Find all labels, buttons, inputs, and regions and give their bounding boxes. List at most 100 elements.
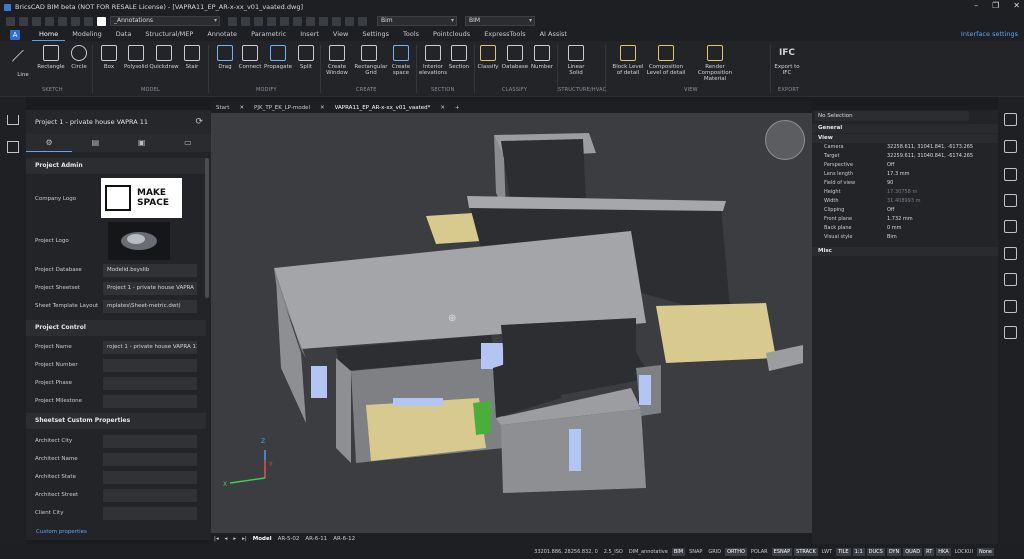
layer-freeze-icon[interactable] bbox=[267, 16, 276, 26]
line-button[interactable]: Line bbox=[8, 45, 38, 78]
tool-icon[interactable] bbox=[228, 16, 237, 26]
project-milestone-field[interactable] bbox=[103, 394, 197, 408]
status-ortho[interactable]: ORTHO bbox=[725, 547, 747, 556]
status-dyn[interactable]: DYN bbox=[886, 547, 902, 556]
section-icon[interactable] bbox=[358, 16, 367, 26]
cloud-icon[interactable] bbox=[1004, 300, 1017, 313]
undo-icon[interactable] bbox=[58, 16, 67, 26]
status-scale[interactable]: 1:1 bbox=[852, 547, 865, 556]
custom-properties-link[interactable]: Custom properties bbox=[36, 529, 87, 535]
first-layout-icon[interactable]: |◂ bbox=[214, 536, 219, 542]
layout-tab-ar-6-11[interactable]: AR-6-11 bbox=[305, 536, 327, 542]
app-menu-button[interactable]: A bbox=[10, 29, 20, 40]
tab-home[interactable]: Home bbox=[32, 28, 66, 41]
rectangle-button[interactable]: Rectangle bbox=[36, 45, 66, 70]
tab-data[interactable]: Data bbox=[109, 28, 139, 41]
tab-folder-icon[interactable]: ▭ bbox=[165, 134, 211, 152]
refresh-icon[interactable]: ⟳ bbox=[195, 117, 203, 127]
minimize-icon[interactable]: – bbox=[974, 1, 978, 10]
status-quad[interactable]: QUAD bbox=[903, 547, 923, 556]
properties-icon[interactable] bbox=[1004, 113, 1017, 126]
status-dimstyle[interactable]: 2.5_ISO bbox=[602, 548, 625, 556]
project-phase-field[interactable] bbox=[103, 376, 197, 390]
status-rt[interactable]: RT bbox=[924, 547, 935, 556]
section-view[interactable]: View bbox=[812, 134, 998, 143]
open-file-icon[interactable] bbox=[19, 16, 28, 26]
architect-state-field[interactable] bbox=[103, 470, 197, 484]
tab-expresstools[interactable]: ExpressTools bbox=[477, 28, 532, 41]
tab-pointclouds[interactable]: Pointclouds bbox=[426, 28, 477, 41]
dim-icon[interactable] bbox=[319, 16, 328, 26]
navigation-cube[interactable] bbox=[765, 120, 805, 160]
status-none[interactable]: None bbox=[976, 547, 994, 556]
circle-button[interactable]: Circle bbox=[64, 45, 94, 70]
status-hka[interactable]: HKA bbox=[936, 547, 951, 556]
box-button[interactable]: Box bbox=[94, 45, 124, 70]
maximize-icon[interactable]: ❐ bbox=[992, 1, 999, 10]
composition-lod-button[interactable]: Composition Level of detail bbox=[645, 45, 687, 76]
tab-ai-assist[interactable]: AI Assist bbox=[533, 28, 574, 41]
layer-state-icon[interactable] bbox=[254, 16, 263, 26]
panel-scrollbar[interactable] bbox=[205, 158, 209, 298]
bim-shield-icon[interactable] bbox=[1004, 140, 1017, 153]
sun-icon[interactable] bbox=[241, 16, 250, 26]
project-sheetset-select[interactable]: Project 1 - private house VAPRA bbox=[103, 281, 197, 295]
tab-settings[interactable]: Settings bbox=[355, 28, 396, 41]
home-icon[interactable] bbox=[7, 115, 19, 125]
create-window-button[interactable]: Create Window bbox=[322, 45, 352, 76]
tab-layers-icon[interactable]: ▤ bbox=[72, 134, 118, 152]
last-layout-icon[interactable]: ▸| bbox=[242, 536, 247, 542]
structure-icon[interactable] bbox=[1004, 220, 1017, 233]
interface-settings-link[interactable]: Interface settings bbox=[961, 30, 1018, 38]
propagate-button[interactable]: Propagate bbox=[263, 45, 293, 70]
status-bim[interactable]: BIM bbox=[671, 547, 686, 556]
status-polar[interactable]: POLAR bbox=[749, 548, 770, 556]
connect-button[interactable]: Connect bbox=[235, 45, 265, 70]
link-icon[interactable] bbox=[1004, 326, 1017, 339]
redo-icon[interactable] bbox=[71, 16, 80, 26]
render-icon[interactable] bbox=[293, 16, 302, 26]
layout-tab-ar-6-12[interactable]: AR-6-12 bbox=[333, 536, 355, 542]
doc-tab-vapra[interactable]: VAPRA11_EP_AR-x-xx_v01_vaated* bbox=[335, 105, 431, 111]
tab-sheets-icon[interactable]: ▣ bbox=[119, 134, 165, 152]
project-number-field[interactable] bbox=[103, 358, 197, 372]
tab-view[interactable]: View bbox=[326, 28, 355, 41]
project-database-field[interactable]: Modelid.bsyslib bbox=[103, 263, 197, 277]
visual-style-icon[interactable] bbox=[1004, 168, 1017, 181]
grid-icon[interactable] bbox=[306, 16, 315, 26]
new-tab-icon[interactable]: + bbox=[455, 105, 460, 111]
close-icon[interactable]: ✕ bbox=[239, 105, 244, 111]
layout-tab-ar-5-02[interactable]: AR-5-02 bbox=[278, 536, 300, 542]
status-esnap[interactable]: ESNAP bbox=[771, 547, 793, 556]
section-general[interactable]: General bbox=[812, 124, 998, 133]
library-icon[interactable] bbox=[1004, 194, 1017, 207]
client-city-field[interactable] bbox=[103, 506, 197, 520]
database-button[interactable]: Database bbox=[500, 45, 530, 70]
text-icon[interactable] bbox=[332, 16, 341, 26]
architect-street-field[interactable] bbox=[103, 488, 197, 502]
polysolid-button[interactable]: Polysolid bbox=[121, 45, 151, 70]
view-icon[interactable] bbox=[280, 16, 289, 26]
status-snap[interactable]: SNAP bbox=[687, 548, 704, 556]
color-icon[interactable] bbox=[97, 16, 106, 26]
layout-tab-model[interactable]: Model bbox=[253, 536, 272, 542]
tab-insert[interactable]: Insert bbox=[293, 28, 326, 41]
model-viewport[interactable]: Z Y X ⊕ bbox=[211, 113, 812, 533]
doc-tab-pjk[interactable]: PJK_TP_EK_LP-model bbox=[254, 105, 310, 111]
status-ducs[interactable]: DUCS bbox=[866, 547, 885, 556]
tab-tools[interactable]: Tools bbox=[396, 28, 426, 41]
classify-button[interactable]: Classify bbox=[473, 45, 503, 70]
doc-tab-start[interactable]: Start bbox=[216, 105, 229, 111]
section-button[interactable]: Section bbox=[444, 45, 474, 70]
quickdraw-button[interactable]: Quickdraw bbox=[149, 45, 179, 70]
status-lockui[interactable]: LOCKUI bbox=[953, 548, 975, 556]
status-grid[interactable]: GRID bbox=[706, 548, 723, 556]
bim-combo[interactable]: BIM bbox=[465, 16, 535, 26]
next-layout-icon[interactable]: ▸ bbox=[233, 536, 236, 542]
rectangular-grid-button[interactable]: Rectangular Grid bbox=[354, 45, 388, 76]
linear-solid-button[interactable]: Linear Solid bbox=[561, 45, 591, 76]
status-strack[interactable]: STRACK bbox=[794, 547, 818, 556]
tab-structural-mep[interactable]: Structural/MEP bbox=[138, 28, 200, 41]
print-icon[interactable] bbox=[45, 16, 54, 26]
layer-icon[interactable] bbox=[84, 16, 93, 26]
